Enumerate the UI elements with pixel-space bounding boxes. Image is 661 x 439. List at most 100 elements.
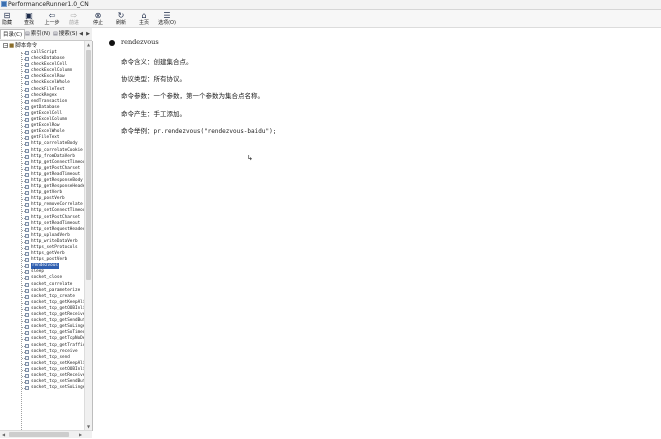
- help-page-icon: [25, 191, 29, 196]
- help-page-icon: [25, 227, 29, 232]
- back-button-label: 上一步: [44, 20, 60, 26]
- scroll-up-icon[interactable]: ▲: [85, 41, 92, 48]
- help-page-icon: [25, 197, 29, 202]
- help-page-icon: [25, 178, 29, 183]
- help-page-icon: [25, 81, 29, 86]
- help-page-icon: [25, 111, 29, 116]
- help-page-icon: [25, 99, 29, 104]
- tree-item[interactable]: socket_tcp_setSoLinger: [22, 385, 88, 391]
- help-page-icon: [25, 288, 29, 293]
- command-origin: 命令产生：手工添加。: [121, 110, 186, 118]
- tab-scroll-right-button[interactable]: ▶: [85, 30, 91, 38]
- help-page-icon: [25, 203, 29, 208]
- options-button-label: 选项(O): [158, 20, 176, 26]
- book-icon: ■: [9, 43, 15, 49]
- help-page-icon: [25, 105, 29, 110]
- tree-item-list: callScript checkDatabase checkExcelCell che…: [22, 50, 92, 391]
- example-code: pr.rendezvous("rendezvous-baidu");: [153, 128, 277, 135]
- example-label: 命令举例：: [121, 127, 154, 135]
- help-page-icon: [25, 349, 29, 354]
- vertical-scroll-thumb[interactable]: [86, 50, 91, 280]
- tree-horizontal-scrollbar[interactable]: ◀ ▶: [0, 430, 92, 438]
- nav-tabs: 目录(C) ▤索引(N) ▤搜索(S) ◀ ▶: [0, 28, 92, 41]
- help-page-icon: [25, 154, 29, 159]
- tab-index[interactable]: ▤索引(N): [23, 29, 52, 39]
- scroll-left-icon[interactable]: ◀: [0, 431, 7, 438]
- hide-button[interactable]: ⊟ 隐藏: [0, 10, 14, 27]
- home-icon: ⌂: [141, 11, 147, 20]
- help-page-icon: [25, 221, 29, 226]
- help-page-icon: [25, 160, 29, 165]
- help-page-icon: [25, 69, 29, 74]
- help-page-icon: [25, 313, 29, 318]
- help-page-icon: [25, 136, 29, 141]
- refresh-button[interactable]: ↻ 刷新: [114, 10, 128, 27]
- window-title: PerformanceRunner1.0_CN: [8, 1, 89, 8]
- help-page-icon: [25, 270, 29, 275]
- help-page-icon: [25, 246, 29, 250]
- tree-vertical-scrollbar[interactable]: ▲ ▼: [84, 41, 92, 430]
- help-page-icon: [25, 93, 29, 98]
- scroll-down-icon[interactable]: ▼: [85, 423, 92, 430]
- help-page-icon: [25, 215, 29, 220]
- search-button[interactable]: ▣ 查找: [22, 10, 36, 27]
- help-page-icon: [25, 239, 29, 244]
- stop-button[interactable]: ⊗ 停止: [91, 10, 105, 27]
- help-page-icon: [25, 294, 29, 299]
- bullet-icon: [109, 40, 115, 46]
- tree-item-label: socket_tcp_setSoLinger: [31, 385, 88, 391]
- help-page-icon: [25, 380, 29, 385]
- help-page-icon: [25, 367, 29, 372]
- help-page-icon: [25, 337, 29, 342]
- toolbar: ⊟ 隐藏 ▣ 查找 ⇦ 上一步 ⇨ 前进 ⊗ 停止 ↻ 刷新 ⌂ 主页 ☰ 选项…: [0, 10, 661, 28]
- help-page-icon: [25, 185, 29, 190]
- help-page-icon: [25, 355, 29, 360]
- help-page-icon: [25, 233, 29, 238]
- help-page-icon: [25, 172, 29, 177]
- index-icon: ▤: [25, 31, 30, 37]
- collapse-icon[interactable]: −: [3, 43, 8, 49]
- command-example: 命令举例：pr.rendezvous("rendezvous-baidu");: [121, 125, 276, 135]
- help-page-icon: [25, 252, 29, 257]
- search-tab-icon: ▤: [53, 31, 58, 37]
- help-page-icon: [25, 209, 29, 214]
- tab-contents[interactable]: 目录(C): [0, 29, 26, 39]
- horizontal-scroll-thumb[interactable]: [9, 432, 69, 437]
- scroll-right-icon[interactable]: ▶: [77, 431, 84, 438]
- app-icon: [1, 1, 7, 7]
- help-page-icon: [25, 325, 29, 330]
- help-content-pane: rendezvous 命令含义：创建集合点。 协议类型：所有协议。 命令参数：一…: [93, 28, 661, 439]
- help-page-icon: [25, 166, 29, 171]
- home-button[interactable]: ⌂ 主页: [137, 10, 151, 27]
- hide-icon: ⊟: [3, 11, 11, 20]
- tree-root-node[interactable]: −■脚本命令: [3, 43, 37, 50]
- back-button[interactable]: ⇦ 上一步: [44, 10, 60, 27]
- help-page-icon: [25, 124, 29, 129]
- help-page-icon: [25, 57, 29, 62]
- options-button[interactable]: ☰ 选项(O): [156, 10, 178, 27]
- forward-icon: ⇨: [70, 11, 78, 20]
- options-icon: ☰: [163, 11, 171, 20]
- help-page-icon: [25, 282, 29, 287]
- help-page-icon: [25, 306, 29, 311]
- tab-scroll-left-button[interactable]: ◀: [78, 30, 84, 38]
- home-button-label: 主页: [138, 20, 149, 26]
- help-page-icon: [25, 373, 29, 378]
- mouse-cursor-icon: ↳: [247, 154, 253, 162]
- help-page-icon: [25, 130, 29, 135]
- help-page-icon: [25, 361, 29, 366]
- help-page-icon: [25, 142, 29, 147]
- help-page-icon: [25, 118, 29, 123]
- help-page-icon: [25, 343, 29, 348]
- help-page-icon: [25, 87, 29, 92]
- tab-search[interactable]: ▤搜索(S): [51, 29, 80, 39]
- help-page-icon: [25, 258, 29, 263]
- refresh-button-label: 刷新: [115, 20, 126, 26]
- hide-button-label: 隐藏: [1, 20, 12, 26]
- contents-tree: −■脚本命令 callScript checkDatabase checkExcel…: [0, 41, 93, 431]
- help-page-icon: [25, 276, 29, 281]
- forward-button-label: 前进: [68, 20, 79, 26]
- forward-button[interactable]: ⇨ 前进: [67, 10, 81, 27]
- tree-root-label: 脚本命令: [15, 43, 38, 49]
- help-page-icon: [25, 331, 29, 336]
